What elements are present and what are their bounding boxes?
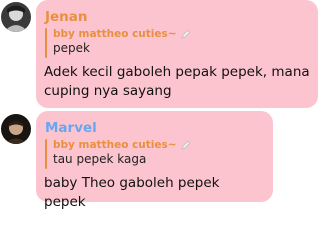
reply-quote-bar <box>45 28 47 58</box>
reply-author[interactable]: bby mattheo cuties~ <box>53 28 191 41</box>
reply-text: pepek <box>53 41 90 55</box>
chat-view: Jenan bby mattheo cuties~ pepek Adek kec… <box>0 0 320 252</box>
message-bubble[interactable]: Jenan bby mattheo cuties~ pepek Adek kec… <box>36 0 318 108</box>
avatar-image <box>1 114 31 144</box>
avatar-marvel[interactable] <box>1 114 31 144</box>
sender-name[interactable]: Jenan <box>45 9 88 25</box>
message-bubble[interactable]: Marvel bby mattheo cuties~ tau pepek kag… <box>36 111 273 210</box>
sender-name-text: Jenan <box>45 9 88 25</box>
sender-name[interactable]: Marvel <box>45 120 97 136</box>
message-text: Adek kecil gaboleh pepak pepek, mana cup… <box>44 64 310 99</box>
reply-quote-bar <box>45 139 47 169</box>
reply-author[interactable]: bby mattheo cuties~ <box>53 139 191 152</box>
message-text: baby Theo gaboleh pepek pepek <box>44 175 220 210</box>
pencil-icon <box>180 140 190 150</box>
sender-name-text: Marvel <box>45 120 97 136</box>
reply-author-text: bby mattheo cuties~ <box>53 28 177 40</box>
avatar-image <box>1 2 31 32</box>
avatar-jenan[interactable] <box>1 2 31 32</box>
reply-author-text: bby mattheo cuties~ <box>53 139 177 151</box>
reply-text: tau pepek kaga <box>53 152 147 166</box>
pencil-icon <box>180 29 190 39</box>
